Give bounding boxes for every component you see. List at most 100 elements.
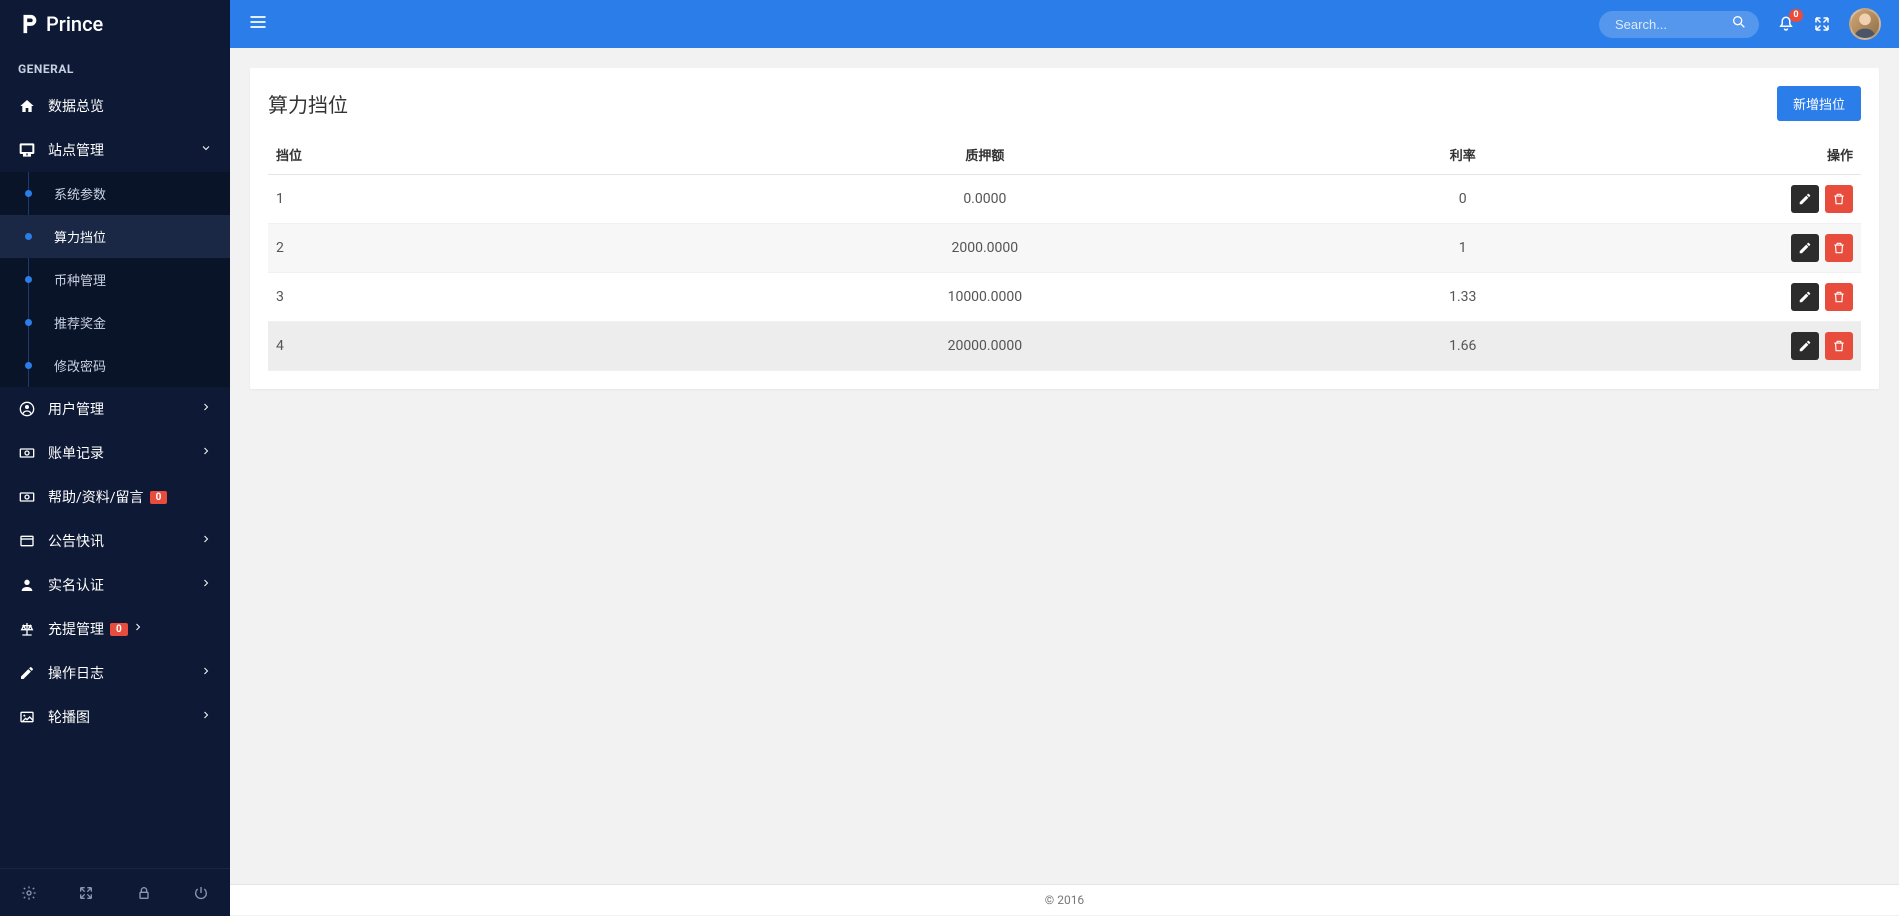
- cell-rate: 1.33: [1224, 273, 1702, 322]
- cell-amount: 0.0000: [746, 175, 1224, 224]
- nav-item-3[interactable]: 账单记录: [0, 431, 230, 475]
- chevron-down-icon: [200, 142, 212, 158]
- cell-actions: [1702, 224, 1861, 273]
- expand-icon: [1813, 15, 1831, 33]
- nav-section-header: GENERAL: [0, 48, 230, 84]
- nav-item-label: 操作日志: [48, 663, 104, 683]
- fullscreen-button[interactable]: [1813, 15, 1831, 33]
- nav-item-4[interactable]: 帮助/资料/留言 0: [0, 475, 230, 519]
- col-level: 挡位: [268, 135, 746, 175]
- nav-item-label: 用户管理: [48, 399, 104, 419]
- table-row: 10.00000: [268, 175, 1861, 224]
- delete-button[interactable]: [1825, 234, 1853, 262]
- cell-amount: 10000.0000: [746, 273, 1224, 322]
- gear-icon: [21, 885, 37, 901]
- chevron-right-icon: [200, 533, 212, 549]
- desktop-icon: [18, 142, 36, 158]
- subnav: 系统参数算力挡位币种管理推荐奖金修改密码: [0, 172, 230, 387]
- footer-power[interactable]: [173, 869, 231, 916]
- cell-amount: 20000.0000: [746, 322, 1224, 371]
- sidebar: Prince GENERAL 数据总览站点管理系统参数算力挡位币种管理推荐奖金修…: [0, 0, 230, 916]
- chevron-right-icon: [200, 401, 212, 417]
- footer-lock[interactable]: [115, 869, 173, 916]
- pencil-icon: [1798, 339, 1812, 353]
- window-icon: [18, 533, 36, 549]
- brand-logo[interactable]: Prince: [0, 0, 230, 48]
- edit-button[interactable]: [1791, 283, 1819, 311]
- pencil-icon: [1798, 241, 1812, 255]
- nav-item-6[interactable]: 实名认证: [0, 563, 230, 607]
- main-content: 算力挡位 新增挡位 挡位 质押额 利率 操作 10.0000022000.000…: [230, 0, 1899, 884]
- subnav-item-2[interactable]: 币种管理: [0, 258, 230, 301]
- nav-item-1[interactable]: 站点管理: [0, 128, 230, 172]
- sidebar-toggle[interactable]: [248, 12, 268, 36]
- notifications-button[interactable]: 0: [1777, 15, 1795, 33]
- delete-button[interactable]: [1825, 332, 1853, 360]
- col-rate: 利率: [1224, 135, 1702, 175]
- nav-item-8[interactable]: 操作日志: [0, 651, 230, 695]
- search-input[interactable]: [1599, 11, 1759, 38]
- cell-level: 1: [268, 175, 746, 224]
- brand-text: Prince: [46, 12, 103, 36]
- cell-rate: 1.66: [1224, 322, 1702, 371]
- nav-item-label: 数据总览: [48, 96, 104, 116]
- table-row: 420000.00001.66: [268, 322, 1861, 371]
- search-box: [1599, 11, 1759, 38]
- footer-settings[interactable]: [0, 869, 58, 916]
- delete-button[interactable]: [1825, 283, 1853, 311]
- nav-badge: 0: [110, 623, 128, 636]
- chevron-right-icon: [200, 445, 212, 461]
- cell-level: 3: [268, 273, 746, 322]
- table-row: 22000.00001: [268, 224, 1861, 273]
- bars-icon: [248, 12, 268, 32]
- nav-item-label: 轮播图: [48, 707, 90, 727]
- trash-icon: [1832, 290, 1846, 304]
- nav-item-label: 充提管理: [48, 619, 104, 639]
- expand-icon: [78, 885, 94, 901]
- chevron-right-icon: [200, 665, 212, 681]
- footer-fullscreen[interactable]: [58, 869, 116, 916]
- levels-table: 挡位 质押额 利率 操作 10.0000022000.00001310000.0…: [268, 135, 1861, 371]
- balance-icon: [18, 621, 36, 637]
- chevron-right-icon: [200, 709, 212, 725]
- subnav-item-3[interactable]: 推荐奖金: [0, 301, 230, 344]
- nav-item-7[interactable]: 充提管理 0: [0, 607, 230, 651]
- edit-button[interactable]: [1791, 332, 1819, 360]
- col-amount: 质押额: [746, 135, 1224, 175]
- sidebar-nav: 数据总览站点管理系统参数算力挡位币种管理推荐奖金修改密码用户管理账单记录帮助/资…: [0, 84, 230, 868]
- chevron-right-icon: [132, 621, 144, 637]
- topbar: 0: [230, 0, 1899, 48]
- edit-button[interactable]: [1791, 185, 1819, 213]
- cell-rate: 0: [1224, 175, 1702, 224]
- brand-icon: [18, 13, 40, 35]
- edit-icon: [18, 665, 36, 681]
- chevron-right-icon: [200, 577, 212, 593]
- home-icon: [18, 98, 36, 114]
- user-avatar[interactable]: [1849, 8, 1881, 40]
- cell-rate: 1: [1224, 224, 1702, 273]
- nav-item-0[interactable]: 数据总览: [0, 84, 230, 128]
- user-icon: [18, 577, 36, 593]
- panel: 算力挡位 新增挡位 挡位 质押额 利率 操作 10.0000022000.000…: [250, 68, 1879, 389]
- nav-item-9[interactable]: 轮播图: [0, 695, 230, 739]
- pencil-icon: [1798, 192, 1812, 206]
- delete-button[interactable]: [1825, 185, 1853, 213]
- table-row: 310000.00001.33: [268, 273, 1861, 322]
- trash-icon: [1832, 192, 1846, 206]
- nav-item-label: 实名认证: [48, 575, 104, 595]
- money-icon: [18, 445, 36, 461]
- add-level-button[interactable]: 新增挡位: [1777, 86, 1861, 121]
- subnav-item-1[interactable]: 算力挡位: [0, 215, 230, 258]
- power-icon: [193, 885, 209, 901]
- cell-level: 2: [268, 224, 746, 273]
- nav-item-2[interactable]: 用户管理: [0, 387, 230, 431]
- nav-item-label: 帮助/资料/留言: [48, 487, 144, 507]
- subnav-item-0[interactable]: 系统参数: [0, 172, 230, 215]
- nav-item-5[interactable]: 公告快讯: [0, 519, 230, 563]
- subnav-item-4[interactable]: 修改密码: [0, 344, 230, 387]
- image-icon: [18, 709, 36, 725]
- pencil-icon: [1798, 290, 1812, 304]
- page-footer: © 2016: [230, 884, 1899, 915]
- edit-button[interactable]: [1791, 234, 1819, 262]
- nav-badge: 0: [150, 491, 168, 504]
